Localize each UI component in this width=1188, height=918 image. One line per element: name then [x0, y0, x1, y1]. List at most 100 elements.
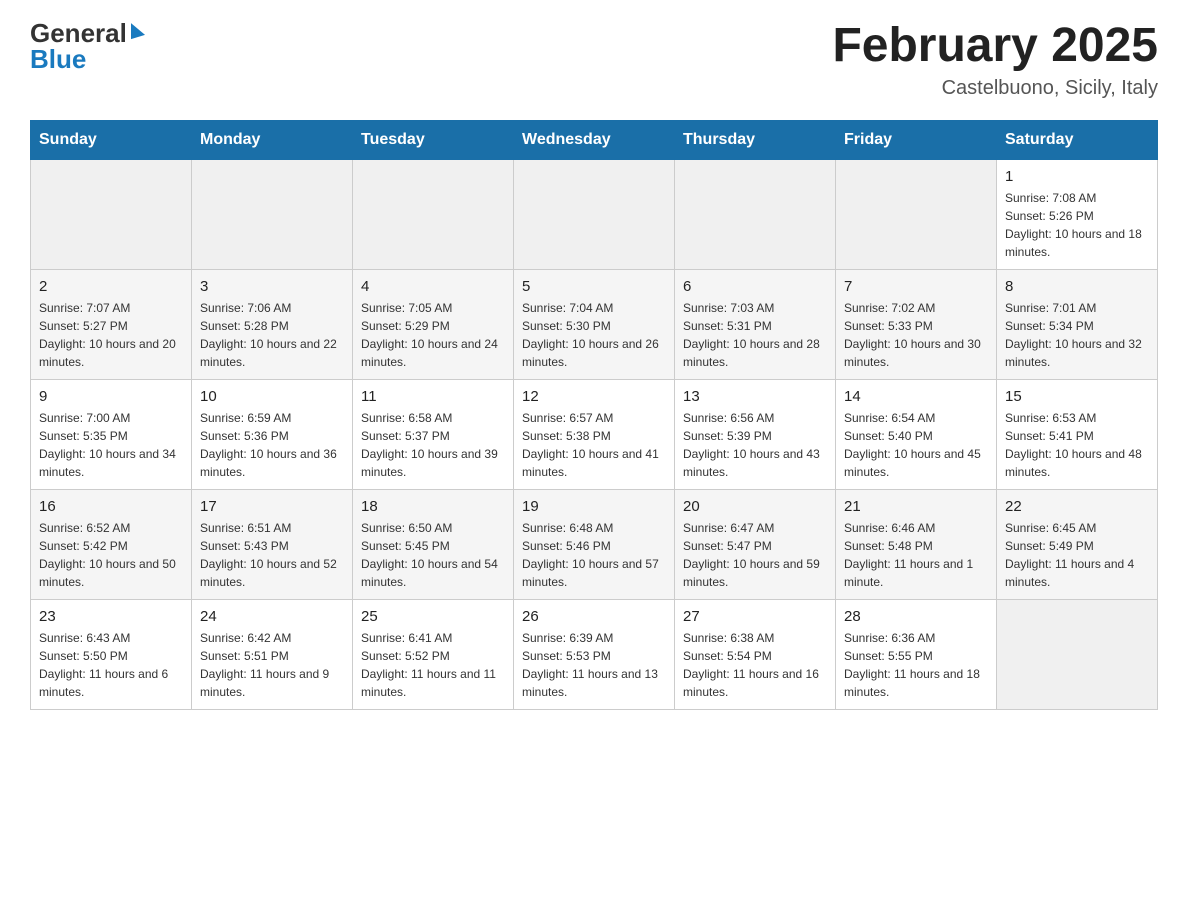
- calendar-cell: 22 Sunrise: 6:45 AMSunset: 5:49 PMDayligh…: [997, 489, 1158, 599]
- day-info: Sunrise: 7:07 AMSunset: 5:27 PMDaylight:…: [39, 299, 183, 371]
- day-number: 7: [844, 278, 988, 295]
- calendar-cell: [675, 159, 836, 269]
- day-info: Sunrise: 6:39 AMSunset: 5:53 PMDaylight:…: [522, 629, 666, 701]
- logo-blue-text: Blue: [30, 46, 145, 72]
- day-info: Sunrise: 7:03 AMSunset: 5:31 PMDaylight:…: [683, 299, 827, 371]
- day-number: 26: [522, 608, 666, 625]
- day-number: 22: [1005, 498, 1149, 515]
- calendar-cell: 10Sunrise: 6:59 AMSunset: 5:36 PMDayligh…: [192, 379, 353, 489]
- day-number: 8: [1005, 278, 1149, 295]
- calendar-cell: 25 Sunrise: 6:41 AMSunset: 5:52 PMDayligh…: [353, 599, 514, 709]
- month-title: February 2025: [832, 20, 1158, 73]
- calendar-week-row: 1 Sunrise: 7:08 AMSunset: 5:26 PMDaylight…: [31, 159, 1158, 269]
- calendar-cell: 28Sunrise: 6:36 AMSunset: 5:55 PMDayligh…: [836, 599, 997, 709]
- day-info: Sunrise: 6:57 AMSunset: 5:38 PMDaylight:…: [522, 409, 666, 481]
- calendar-cell: 14 Sunrise: 6:54 AMSunset: 5:40 PMDayligh…: [836, 379, 997, 489]
- calendar-cell: 2 Sunrise: 7:07 AMSunset: 5:27 PMDaylight…: [31, 269, 192, 379]
- calendar-cell: 9Sunrise: 7:00 AMSunset: 5:35 PMDaylight…: [31, 379, 192, 489]
- title-area: February 2025 Castelbuono, Sicily, Italy: [832, 20, 1158, 100]
- day-info: Sunrise: 6:38 AMSunset: 5:54 PMDaylight:…: [683, 629, 827, 701]
- calendar-header-friday: Friday: [836, 120, 997, 159]
- day-number: 21: [844, 498, 988, 515]
- calendar-cell: 16 Sunrise: 6:52 AMSunset: 5:42 PMDayligh…: [31, 489, 192, 599]
- day-number: 25: [361, 608, 505, 625]
- calendar-header-wednesday: Wednesday: [514, 120, 675, 159]
- calendar-cell: 18 Sunrise: 6:50 AMSunset: 5:45 PMDayligh…: [353, 489, 514, 599]
- calendar-week-row: 2 Sunrise: 7:07 AMSunset: 5:27 PMDaylight…: [31, 269, 1158, 379]
- calendar-cell: 23 Sunrise: 6:43 AMSunset: 5:50 PMDayligh…: [31, 599, 192, 709]
- day-number: 20: [683, 498, 827, 515]
- page-header: General Blue February 2025 Castelbuono, …: [30, 20, 1158, 100]
- calendar-cell: [31, 159, 192, 269]
- day-number: 3: [200, 278, 344, 295]
- calendar-cell: [353, 159, 514, 269]
- calendar-cell: 6Sunrise: 7:03 AMSunset: 5:31 PMDaylight…: [675, 269, 836, 379]
- day-info: Sunrise: 6:45 AMSunset: 5:49 PMDaylight:…: [1005, 519, 1149, 591]
- day-number: 11: [361, 388, 505, 405]
- day-info: Sunrise: 7:01 AMSunset: 5:34 PMDaylight:…: [1005, 299, 1149, 371]
- day-info: Sunrise: 7:02 AMSunset: 5:33 PMDaylight:…: [844, 299, 988, 371]
- day-number: 23: [39, 608, 183, 625]
- calendar-week-row: 23 Sunrise: 6:43 AMSunset: 5:50 PMDayligh…: [31, 599, 1158, 709]
- calendar-header-tuesday: Tuesday: [353, 120, 514, 159]
- calendar-cell: 4Sunrise: 7:05 AMSunset: 5:29 PMDaylight…: [353, 269, 514, 379]
- day-info: Sunrise: 6:56 AMSunset: 5:39 PMDaylight:…: [683, 409, 827, 481]
- calendar-cell: [192, 159, 353, 269]
- calendar-header-row: SundayMondayTuesdayWednesdayThursdayFrid…: [31, 120, 1158, 159]
- calendar-cell: 21Sunrise: 6:46 AMSunset: 5:48 PMDayligh…: [836, 489, 997, 599]
- calendar-cell: 17 Sunrise: 6:51 AMSunset: 5:43 PMDayligh…: [192, 489, 353, 599]
- day-number: 15: [1005, 388, 1149, 405]
- calendar-cell: 19 Sunrise: 6:48 AMSunset: 5:46 PMDayligh…: [514, 489, 675, 599]
- day-number: 5: [522, 278, 666, 295]
- day-info: Sunrise: 7:05 AMSunset: 5:29 PMDaylight:…: [361, 299, 505, 371]
- calendar-cell: [836, 159, 997, 269]
- calendar-cell: 15 Sunrise: 6:53 AMSunset: 5:41 PMDayligh…: [997, 379, 1158, 489]
- day-info: Sunrise: 6:51 AMSunset: 5:43 PMDaylight:…: [200, 519, 344, 591]
- day-number: 13: [683, 388, 827, 405]
- day-number: 9: [39, 388, 183, 405]
- calendar-header-saturday: Saturday: [997, 120, 1158, 159]
- day-info: Sunrise: 6:52 AMSunset: 5:42 PMDaylight:…: [39, 519, 183, 591]
- calendar-cell: 24 Sunrise: 6:42 AMSunset: 5:51 PMDayligh…: [192, 599, 353, 709]
- calendar-cell: 26 Sunrise: 6:39 AMSunset: 5:53 PMDayligh…: [514, 599, 675, 709]
- day-number: 14: [844, 388, 988, 405]
- day-number: 24: [200, 608, 344, 625]
- day-info: Sunrise: 7:08 AMSunset: 5:26 PMDaylight:…: [1005, 189, 1149, 261]
- calendar-cell: 5Sunrise: 7:04 AMSunset: 5:30 PMDaylight…: [514, 269, 675, 379]
- day-number: 19: [522, 498, 666, 515]
- day-info: Sunrise: 6:43 AMSunset: 5:50 PMDaylight:…: [39, 629, 183, 701]
- calendar-cell: 7 Sunrise: 7:02 AMSunset: 5:33 PMDaylight…: [836, 269, 997, 379]
- calendar-week-row: 9Sunrise: 7:00 AMSunset: 5:35 PMDaylight…: [31, 379, 1158, 489]
- day-info: Sunrise: 6:59 AMSunset: 5:36 PMDaylight:…: [200, 409, 344, 481]
- calendar-header-sunday: Sunday: [31, 120, 192, 159]
- calendar-cell: [997, 599, 1158, 709]
- calendar-cell: 12Sunrise: 6:57 AMSunset: 5:38 PMDayligh…: [514, 379, 675, 489]
- day-info: Sunrise: 7:06 AMSunset: 5:28 PMDaylight:…: [200, 299, 344, 371]
- calendar-week-row: 16 Sunrise: 6:52 AMSunset: 5:42 PMDayligh…: [31, 489, 1158, 599]
- logo-triangle-icon: [131, 23, 145, 43]
- day-number: 18: [361, 498, 505, 515]
- day-info: Sunrise: 6:36 AMSunset: 5:55 PMDaylight:…: [844, 629, 988, 701]
- calendar-cell: 3 Sunrise: 7:06 AMSunset: 5:28 PMDaylight…: [192, 269, 353, 379]
- day-info: Sunrise: 6:53 AMSunset: 5:41 PMDaylight:…: [1005, 409, 1149, 481]
- day-info: Sunrise: 6:42 AMSunset: 5:51 PMDaylight:…: [200, 629, 344, 701]
- day-number: 16: [39, 498, 183, 515]
- calendar-cell: 1 Sunrise: 7:08 AMSunset: 5:26 PMDaylight…: [997, 159, 1158, 269]
- location-subtitle: Castelbuono, Sicily, Italy: [832, 77, 1158, 100]
- calendar-cell: 8 Sunrise: 7:01 AMSunset: 5:34 PMDaylight…: [997, 269, 1158, 379]
- calendar-cell: 13 Sunrise: 6:56 AMSunset: 5:39 PMDayligh…: [675, 379, 836, 489]
- calendar-header-thursday: Thursday: [675, 120, 836, 159]
- calendar-header-monday: Monday: [192, 120, 353, 159]
- logo-general-text: General: [30, 20, 127, 46]
- day-info: Sunrise: 6:54 AMSunset: 5:40 PMDaylight:…: [844, 409, 988, 481]
- day-info: Sunrise: 6:48 AMSunset: 5:46 PMDaylight:…: [522, 519, 666, 591]
- calendar-cell: 20 Sunrise: 6:47 AMSunset: 5:47 PMDayligh…: [675, 489, 836, 599]
- day-info: Sunrise: 6:50 AMSunset: 5:45 PMDaylight:…: [361, 519, 505, 591]
- day-info: Sunrise: 6:41 AMSunset: 5:52 PMDaylight:…: [361, 629, 505, 701]
- day-info: Sunrise: 6:58 AMSunset: 5:37 PMDaylight:…: [361, 409, 505, 481]
- day-number: 1: [1005, 168, 1149, 185]
- day-number: 17: [200, 498, 344, 515]
- logo: General Blue: [30, 20, 145, 72]
- day-info: Sunrise: 6:47 AMSunset: 5:47 PMDaylight:…: [683, 519, 827, 591]
- day-number: 2: [39, 278, 183, 295]
